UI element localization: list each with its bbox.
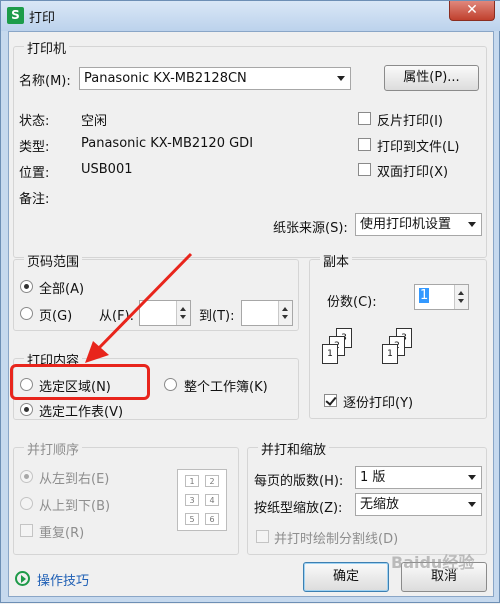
copies-count-label: 份数(C): [327,295,377,310]
collate-label[interactable]: 逐份打印(Y) [343,392,413,411]
chevron-up-icon[interactable] [180,307,186,311]
chevron-up-icon[interactable] [458,291,464,295]
window-title: 打印 [29,11,56,26]
title-bar[interactable]: S 打印 ✕ [1,1,500,31]
duplex-print-checkbox[interactable] [358,163,371,176]
chevron-down-icon[interactable] [180,315,186,319]
tips-link[interactable]: 操作技巧 [37,570,89,589]
print-order-diagram: 1 2 3 4 5 6 [177,469,227,531]
duplex-print-label[interactable]: 双面打印(X) [377,161,448,180]
type-label: 类型: [19,140,50,155]
paper-source-select[interactable]: 使用打印机设置 [355,213,482,236]
order-ttb-radio[interactable] [20,497,33,510]
pages-per-sheet-value: 1 版 [360,470,386,485]
draw-lines-label[interactable]: 并打时绘制分割线(D) [274,528,398,547]
close-button[interactable]: ✕ [449,1,495,21]
ok-button[interactable]: 确定 [303,562,389,592]
paper-source-label: 纸张来源(S): [273,221,348,236]
print-workbook-label[interactable]: 整个工作簿(K) [184,376,268,395]
dialog-body: 打印机 名称(M): Panasonic KX-MB2128CN 属性(P)..… [8,31,494,597]
page-range-all-label[interactable]: 全部(A) [39,278,84,297]
order-ttb-label[interactable]: 从上到下(B) [39,495,110,514]
pages-per-sheet-label: 每页的版数(H): [254,474,344,489]
copies-count-stepper[interactable]: 1 [414,284,469,310]
order-ltr-label[interactable]: 从左到右(E) [39,468,109,487]
copies-title: 副本 [320,251,353,270]
chevron-down-icon [468,475,476,480]
copies-count-value: 1 [419,288,430,303]
collate-checkbox[interactable] [324,394,337,407]
paper-source-value: 使用打印机设置 [360,217,452,232]
scale-to-paper-value: 无缩放 [360,497,400,512]
status-label: 状态: [19,114,50,129]
watermark-text: Baidu经验 [391,553,475,572]
printer-properties-button[interactable]: 属性(P)... [384,65,479,91]
chevron-down-icon [337,76,345,81]
chevron-down-icon[interactable] [458,299,464,303]
scale-to-paper-label: 按纸型缩放(Z): [254,501,343,516]
printer-name-label: 名称(M): [19,74,71,89]
location-label: 位置: [19,166,50,181]
comment-label: 备注: [19,192,50,207]
chevron-down-icon [468,222,476,227]
print-sheet-radio[interactable] [20,403,33,416]
print-dialog: S 打印 ✕ 打印机 名称(M): Panasonic KX-MB2128CN … [0,0,500,603]
page-range-title: 页码范围 [24,251,83,270]
chevron-up-icon[interactable] [282,307,288,311]
status-value: 空闲 [81,114,108,129]
pages-per-sheet-select[interactable]: 1 版 [355,466,482,489]
page-range-all-radio[interactable] [20,280,33,293]
printer-name-select[interactable]: Panasonic KX-MB2128CN [79,67,351,90]
order-repeat-checkbox[interactable] [20,524,33,537]
print-to-file-label[interactable]: 打印到文件(L) [377,136,459,155]
page-range-pages-radio[interactable] [20,307,33,320]
print-sheet-label[interactable]: 选定工作表(V) [39,401,123,420]
reverse-print-label[interactable]: 反片打印(I) [377,110,443,129]
page-to-label: 到(T): [199,309,235,324]
chevron-down-icon [468,502,476,507]
print-order-title: 并打顺序 [24,439,83,458]
page-from-stepper[interactable] [139,300,191,326]
type-value: Panasonic KX-MB2120 GDI [81,136,254,151]
printer-group-title: 打印机 [24,38,70,57]
print-to-file-checkbox[interactable] [358,138,371,151]
reverse-print-checkbox[interactable] [358,112,371,125]
chevron-down-icon[interactable] [282,315,288,319]
location-value: USB001 [81,162,133,177]
scaling-title: 并打和缩放 [258,439,330,458]
app-logo-icon: S [7,7,24,24]
print-workbook-radio[interactable] [164,378,177,391]
printer-name-value: Panasonic KX-MB2128CN [84,71,247,86]
play-icon[interactable] [15,571,30,586]
page-to-stepper[interactable] [241,300,293,326]
scale-to-paper-select[interactable]: 无缩放 [355,493,482,516]
page-from-label: 从(F): [99,309,135,324]
annotation-highlight-box [10,364,150,400]
order-repeat-label[interactable]: 重复(R) [39,522,84,541]
draw-lines-checkbox[interactable] [256,530,269,543]
order-ltr-radio[interactable] [20,470,33,483]
page-range-pages-label[interactable]: 页(G) [39,305,72,324]
